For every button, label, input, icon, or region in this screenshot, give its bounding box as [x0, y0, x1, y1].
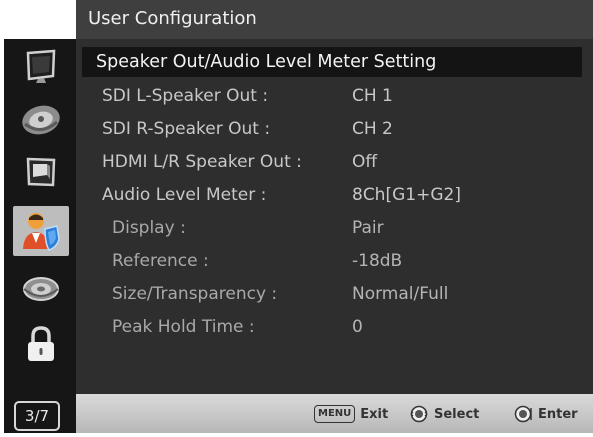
enter-label: Enter	[538, 406, 578, 422]
sidebar-item-display[interactable]	[13, 148, 69, 198]
setting-value: Normal/Full	[352, 284, 449, 304]
setting-peak-hold-time[interactable]: Peak Hold Time : 0	[76, 312, 593, 342]
footer-bar: MENU Exit Select Enter	[76, 394, 593, 433]
lock-icon	[28, 326, 54, 361]
setting-value: 0	[352, 317, 363, 337]
sidebar-item-lock[interactable]	[13, 319, 69, 369]
monitor-icon	[26, 49, 56, 83]
setting-value: Pair	[352, 218, 384, 238]
setting-sdi-l-speaker-out[interactable]: SDI L-Speaker Out : CH 1	[76, 81, 593, 111]
gear-icon	[23, 277, 59, 301]
setting-reference[interactable]: Reference : -18dB	[76, 246, 593, 276]
select-button[interactable]: Select	[410, 403, 479, 425]
osd-menu: User Configuration 3/7 Speaker Out/Audio…	[0, 0, 593, 437]
sidebar-item-color[interactable]	[13, 95, 69, 145]
page-indicator: 3/7	[14, 401, 60, 431]
setting-value: CH 2	[352, 119, 393, 139]
setting-label: Reference :	[112, 251, 209, 271]
exit-button[interactable]: MENU Exit	[314, 403, 388, 425]
color-wheel-icon	[22, 105, 60, 135]
exit-label: Exit	[360, 406, 389, 422]
setting-value: CH 1	[352, 86, 393, 106]
section-header: Speaker Out/Audio Level Meter Setting	[82, 47, 582, 77]
display-screen-icon	[26, 157, 56, 187]
setting-display[interactable]: Display : Pair	[76, 213, 593, 243]
setting-hdmi-speaker-out[interactable]: HDMI L/R Speaker Out : Off	[76, 147, 593, 177]
menu-key-icon: MENU	[314, 405, 356, 423]
title-bar: User Configuration	[76, 0, 593, 39]
sidebar-item-system[interactable]	[13, 264, 69, 314]
setting-sdi-r-speaker-out[interactable]: SDI R-Speaker Out : CH 2	[76, 114, 593, 144]
setting-value: -18dB	[352, 251, 403, 271]
knob-press-icon	[514, 405, 532, 423]
sidebar-item-user-config[interactable]	[13, 206, 69, 256]
select-label: Select	[434, 406, 480, 422]
setting-value: 8Ch[G1+G2]	[352, 185, 461, 205]
setting-value: Off	[352, 152, 378, 172]
sidebar-item-monitor[interactable]	[13, 42, 69, 92]
settings-panel: Speaker Out/Audio Level Meter Setting SD…	[76, 39, 593, 394]
sidebar: 3/7	[4, 39, 76, 433]
enter-button[interactable]: Enter	[514, 403, 578, 425]
setting-label: Audio Level Meter :	[102, 185, 267, 205]
rotary-knob-icon	[410, 405, 428, 423]
setting-label: Size/Transparency :	[112, 284, 278, 304]
setting-label: Display :	[112, 218, 186, 238]
setting-size-transparency[interactable]: Size/Transparency : Normal/Full	[76, 279, 593, 309]
setting-label: SDI R-Speaker Out :	[102, 119, 271, 139]
user-settings-icon	[23, 213, 60, 251]
setting-label: Peak Hold Time :	[112, 317, 255, 337]
section-title: Speaker Out/Audio Level Meter Setting	[96, 52, 437, 72]
setting-label: HDMI L/R Speaker Out :	[102, 152, 302, 172]
setting-label: SDI L-Speaker Out :	[102, 86, 269, 106]
setting-audio-level-meter[interactable]: Audio Level Meter : 8Ch[G1+G2]	[76, 180, 593, 210]
menu-title: User Configuration	[88, 8, 257, 29]
